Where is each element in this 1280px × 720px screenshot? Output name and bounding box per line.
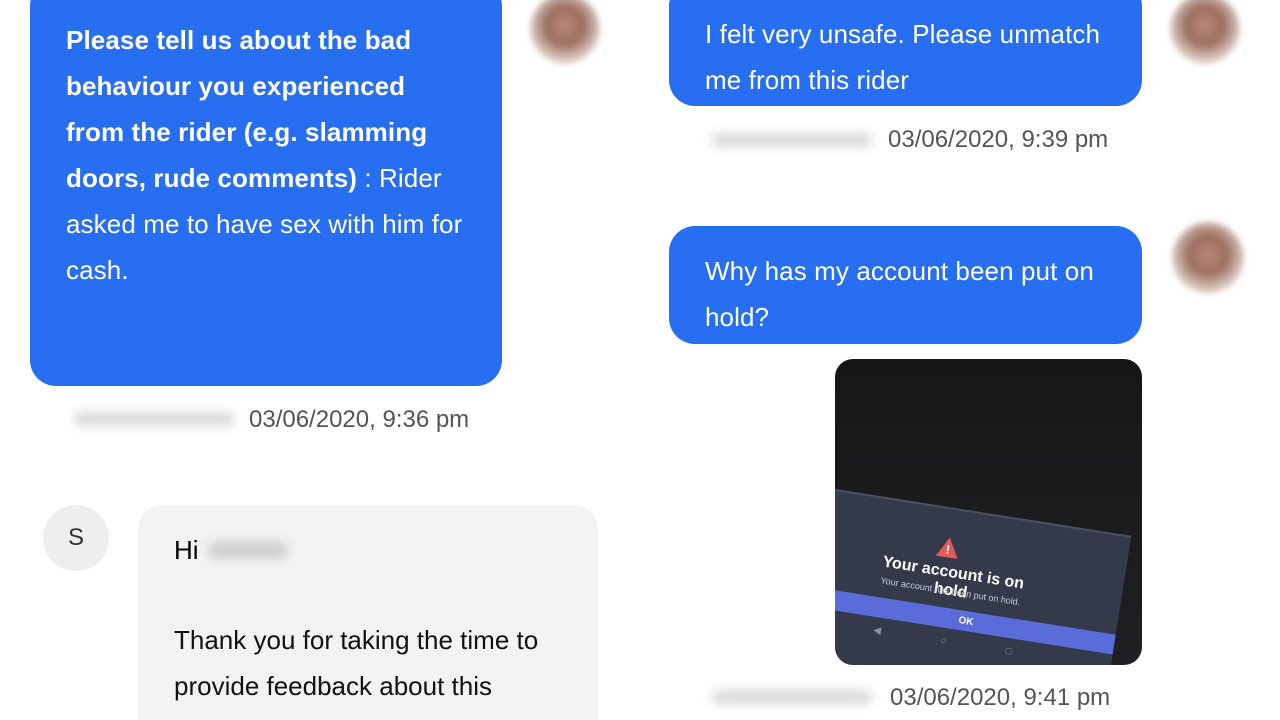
report-message-text: Please tell us about the bad behaviour y… bbox=[66, 17, 466, 293]
warning-triangle-icon: ! bbox=[935, 535, 961, 560]
recipient-name-redacted bbox=[208, 541, 288, 559]
driver-avatar bbox=[530, 0, 600, 64]
back-icon: ◀ bbox=[872, 624, 882, 637]
driver-avatar bbox=[1172, 222, 1244, 294]
report-timestamp: 03/06/2020, 9:36 pm bbox=[249, 406, 470, 433]
report-separator: : bbox=[357, 163, 380, 193]
left-chat-panel: Please tell us about the bad behaviour y… bbox=[0, 0, 640, 720]
reply-body: Thank you for taking the time to provide… bbox=[174, 625, 539, 701]
report-message-bubble[interactable]: Please tell us about the bad behaviour y… bbox=[30, 0, 502, 386]
phone-screen: ! Your account is on hold Your account h… bbox=[835, 489, 1132, 665]
home-icon: ○ bbox=[939, 635, 948, 648]
ok-label: OK bbox=[957, 614, 975, 628]
unsafe-timestamp: 03/06/2020, 9:39 pm bbox=[888, 126, 1109, 153]
reply-greeting: Hi bbox=[174, 535, 199, 565]
sender-name-redacted bbox=[712, 133, 872, 147]
unsafe-message-bubble[interactable]: I felt very unsafe. Please unmatch me fr… bbox=[669, 0, 1142, 106]
recents-icon: □ bbox=[1004, 645, 1013, 658]
support-avatar-letter: S bbox=[67, 524, 84, 551]
hold-question-text: Why has my account been put on hold? bbox=[705, 256, 1094, 332]
right-chat-panel: I felt very unsafe. Please unmatch me fr… bbox=[640, 0, 1280, 720]
driver-avatar bbox=[1170, 0, 1240, 64]
account-on-hold-screenshot[interactable]: ! Your account is on hold Your account h… bbox=[835, 359, 1142, 665]
support-reply-bubble[interactable]: Hi Thank you for taking the time to prov… bbox=[138, 505, 598, 720]
unsafe-message-text: I felt very unsafe. Please unmatch me fr… bbox=[705, 19, 1101, 95]
support-avatar: S bbox=[43, 505, 109, 571]
sender-name-redacted bbox=[74, 412, 234, 426]
hold-question-bubble[interactable]: Why has my account been put on hold? bbox=[669, 226, 1142, 344]
sender-name-redacted bbox=[712, 690, 872, 704]
screenshot-timestamp: 03/06/2020, 9:41 pm bbox=[890, 684, 1111, 711]
